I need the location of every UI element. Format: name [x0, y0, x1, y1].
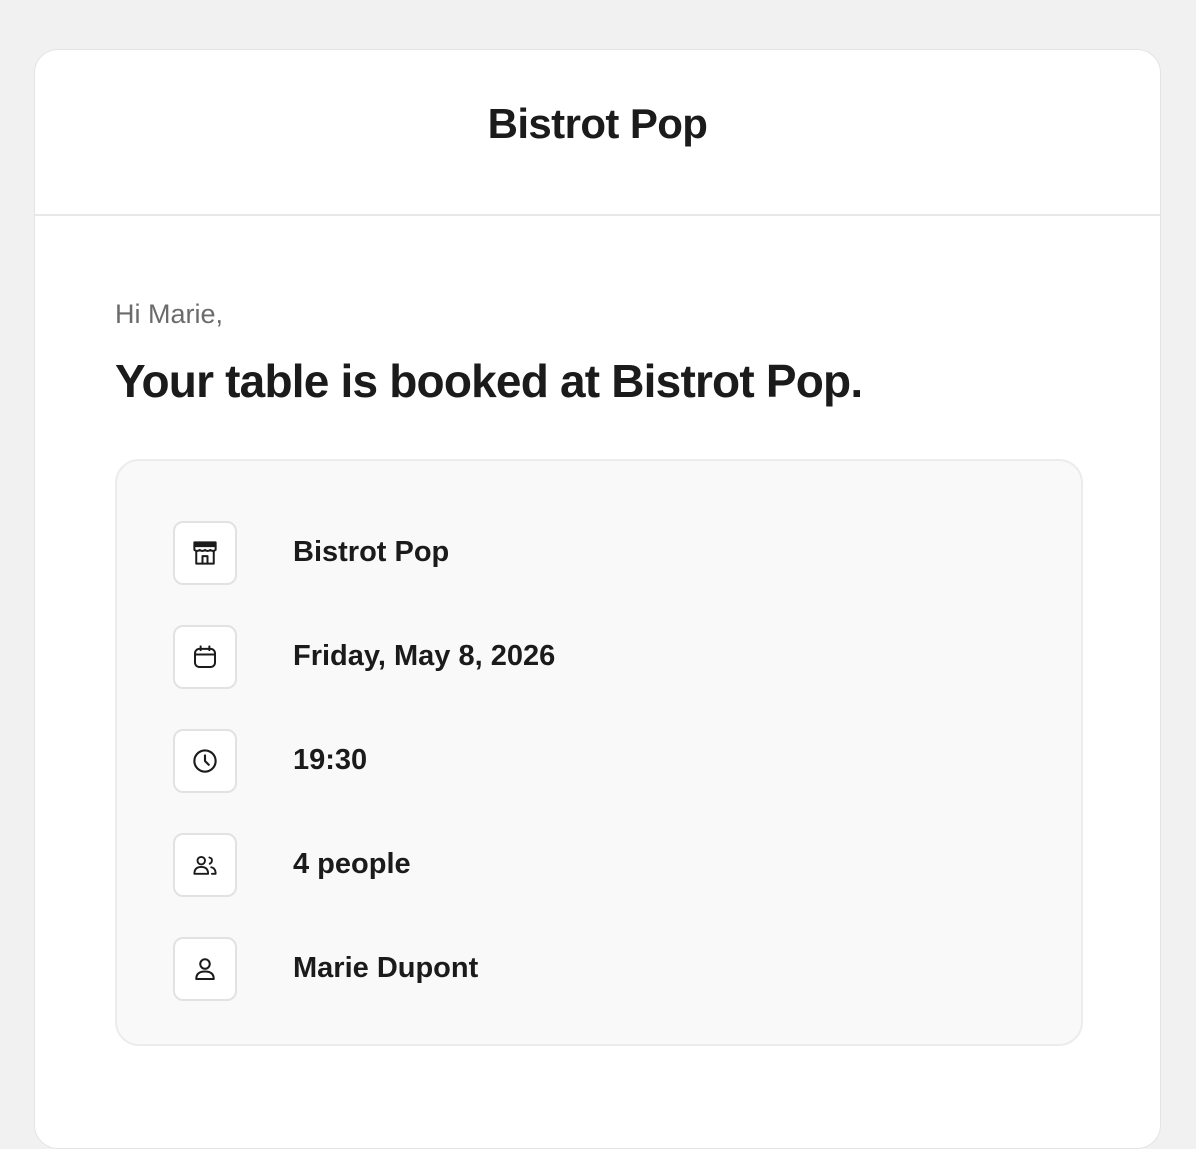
guest-name: Marie Dupont [293, 952, 479, 985]
people-icon [173, 832, 237, 897]
detail-row-guest-name: Marie Dupont [173, 936, 1081, 1001]
detail-row-party-size: 4 people [173, 832, 1081, 897]
booking-time: 19:30 [293, 744, 368, 777]
booking-date: Friday, May 8, 2026 [293, 640, 556, 673]
detail-row-time: 19:30 [173, 728, 1081, 793]
booking-details-panel: Bistrot Pop Friday, May 8, 2026 19:30 4 … [115, 458, 1083, 1046]
detail-row-restaurant: Bistrot Pop [173, 520, 1081, 585]
email-header: Bistrot Pop [35, 50, 1160, 216]
person-icon [173, 936, 237, 1001]
email-body: Hi Marie, Your table is booked at Bistro… [35, 298, 1160, 1046]
storefront-icon [173, 520, 237, 585]
greeting: Hi Marie, [115, 299, 224, 329]
restaurant-name: Bistrot Pop [293, 536, 450, 569]
brand-title: Bistrot Pop [487, 100, 708, 147]
calendar-icon [173, 624, 237, 689]
confirmation-headline: Your table is booked at Bistrot Pop. [115, 355, 863, 408]
detail-row-date: Friday, May 8, 2026 [173, 624, 1081, 689]
clock-icon [173, 728, 237, 793]
booking-confirmation-card: Bistrot Pop Hi Marie, Your table is book… [34, 49, 1161, 1149]
party-size: 4 people [293, 848, 411, 881]
